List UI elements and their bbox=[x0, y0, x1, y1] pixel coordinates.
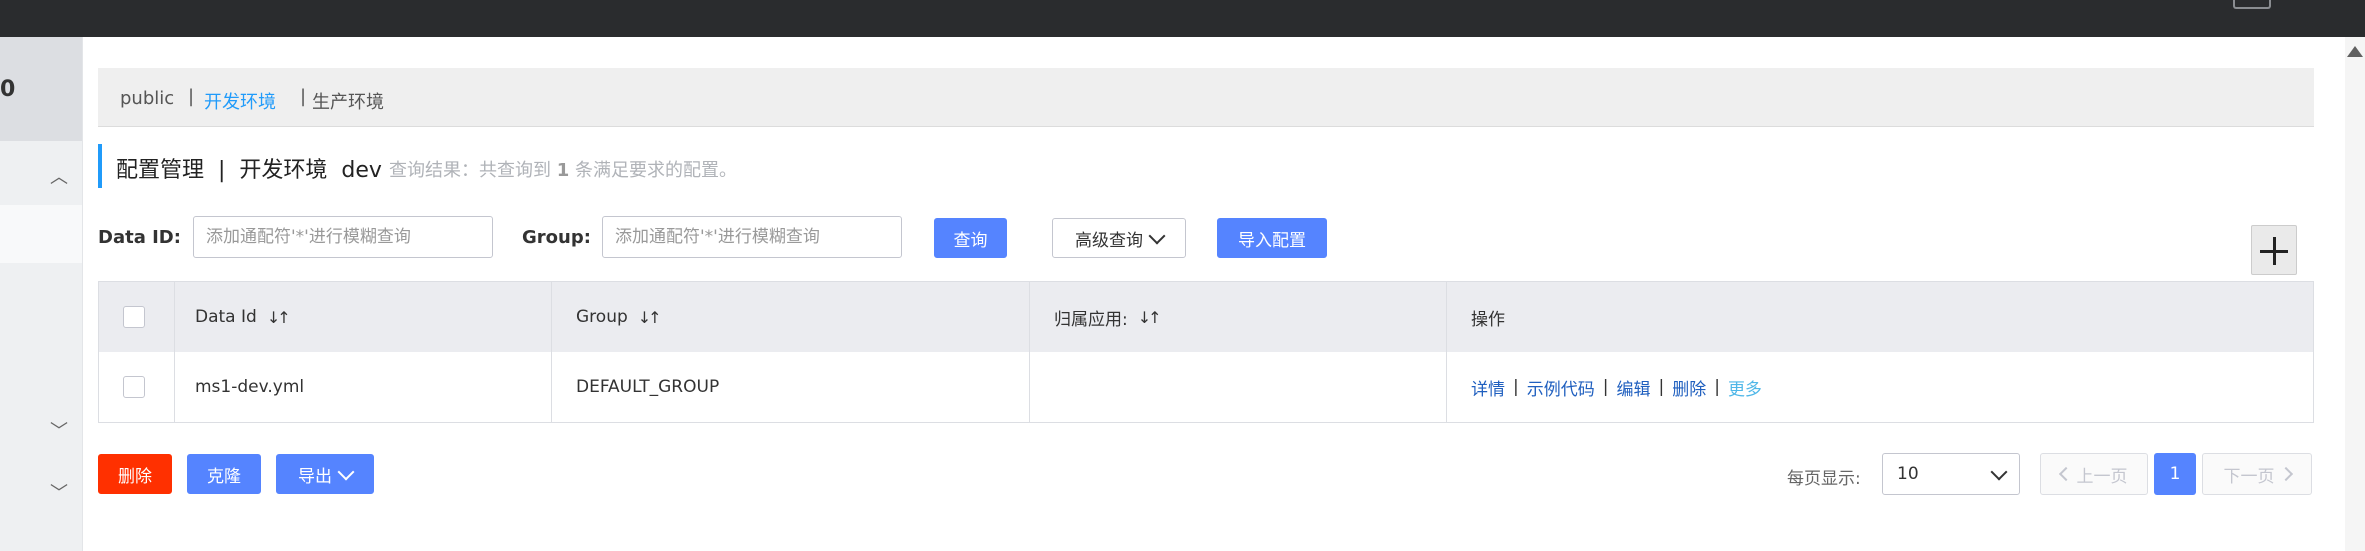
scrollbar[interactable] bbox=[2345, 37, 2365, 551]
advanced-query-button[interactable]: 高级查询 bbox=[1052, 218, 1186, 258]
result-suffix: 条满足要求的配置。 bbox=[569, 160, 737, 181]
header-data-id-label: Data Id bbox=[195, 307, 257, 327]
clone-button[interactable]: 克隆 bbox=[187, 454, 261, 494]
query-button[interactable]: 查询 bbox=[934, 218, 1007, 258]
advanced-query-label: 高级查询 bbox=[1075, 230, 1143, 251]
namespace-public[interactable]: public bbox=[120, 88, 174, 109]
namespace-dev[interactable]: 开发环境 bbox=[204, 88, 276, 114]
plus-icon[interactable] bbox=[2251, 225, 2297, 275]
ops-separator: | bbox=[1513, 377, 1519, 397]
chevron-down-icon[interactable]: ﹀ bbox=[50, 417, 68, 443]
sidebar-header-text: 0 bbox=[0, 77, 16, 102]
header-ops: 操作 bbox=[1447, 282, 2313, 352]
chevron-down-icon[interactable]: ﹀ bbox=[50, 479, 68, 505]
cell-data-id: ms1-dev.yml bbox=[175, 352, 552, 422]
sort-icon[interactable]: ↓↑ bbox=[638, 308, 662, 327]
namespace-prod[interactable]: 生产环境 bbox=[312, 88, 384, 114]
sort-icon[interactable]: ↓↑ bbox=[267, 308, 291, 327]
dataid-label: Data ID: bbox=[98, 227, 181, 248]
namespace-separator: | bbox=[188, 86, 195, 107]
dataid-search-input[interactable] bbox=[193, 216, 493, 258]
sort-icon[interactable]: ↓↑ bbox=[1138, 308, 1162, 327]
select-all-checkbox[interactable] bbox=[123, 306, 145, 328]
header-checkbox-cell bbox=[99, 282, 175, 352]
export-label: 导出 bbox=[298, 466, 332, 487]
table-row: ms1-dev.yml DEFAULT_GROUP 详情 | 示例代码 | 编辑 | … bbox=[99, 352, 2313, 422]
page-size-value: 10 bbox=[1897, 464, 1919, 484]
header-ops-label: 操作 bbox=[1471, 309, 1505, 330]
next-page-label: 下一页 bbox=[2223, 466, 2275, 487]
row-checkbox-cell bbox=[99, 352, 175, 422]
row-checkbox[interactable] bbox=[123, 376, 145, 398]
group-label: Group: bbox=[522, 227, 591, 248]
ops-separator: | bbox=[1602, 377, 1609, 397]
query-result-text: 查询结果：共查询到 1 条满足要求的配置。 bbox=[389, 156, 737, 182]
batch-delete-button[interactable]: 删除 bbox=[98, 454, 172, 494]
query-button-label: 查询 bbox=[953, 230, 988, 251]
delete-link[interactable]: 删除 bbox=[1672, 375, 1706, 400]
group-search-input[interactable] bbox=[602, 216, 902, 258]
chevron-left-icon bbox=[2058, 466, 2073, 482]
header-group[interactable]: Group ↓↑ bbox=[552, 282, 1030, 352]
edit-link[interactable]: 编辑 bbox=[1616, 375, 1650, 400]
table-header: Data Id ↓↑ Group ↓↑ 归属应用: ↓↑ 操作 bbox=[99, 282, 2313, 353]
header-data-id[interactable]: Data Id ↓↑ bbox=[175, 282, 552, 352]
chevron-down-icon bbox=[1148, 227, 1166, 244]
page-number-current[interactable]: 1 bbox=[2154, 453, 2196, 495]
export-button[interactable]: 导出 bbox=[276, 454, 374, 494]
topbar-menu-button[interactable] bbox=[2233, 0, 2271, 9]
detail-link[interactable]: 详情 bbox=[1471, 375, 1505, 400]
namespace-bar: public | 开发环境 | 生产环境 bbox=[98, 68, 2314, 127]
next-page-button[interactable]: 下一页 bbox=[2202, 453, 2312, 495]
batch-delete-label: 删除 bbox=[118, 466, 152, 487]
result-prefix: 查询结果：共查询到 bbox=[389, 160, 557, 181]
page-size-select[interactable]: 10 bbox=[1882, 453, 2020, 495]
prev-page-label: 上一页 bbox=[2076, 466, 2128, 487]
namespace-separator: | bbox=[300, 86, 307, 107]
clone-label: 克隆 bbox=[207, 466, 241, 487]
ops-separator: | bbox=[1658, 377, 1665, 397]
result-count: 1 bbox=[556, 160, 570, 181]
cell-group: DEFAULT_GROUP bbox=[552, 352, 1030, 422]
header-group-label: Group bbox=[576, 307, 628, 327]
more-link[interactable]: 更多 bbox=[1728, 375, 1762, 400]
cell-app bbox=[1030, 352, 1447, 422]
sidebar-selected-item[interactable] bbox=[0, 205, 82, 263]
chevron-down-icon bbox=[1990, 463, 2008, 480]
title-accent-bar bbox=[98, 144, 102, 188]
page-size-label: 每页显示: bbox=[1787, 469, 1861, 489]
sidebar: 0 ︿ ﹀ ﹀ bbox=[0, 37, 83, 551]
ops-separator: | bbox=[1714, 377, 1720, 397]
sample-code-link[interactable]: 示例代码 bbox=[1527, 375, 1595, 400]
chevron-up-icon[interactable]: ︿ bbox=[50, 163, 68, 189]
sidebar-header: 0 bbox=[0, 37, 82, 141]
header-app-label: 归属应用: bbox=[1054, 309, 1128, 330]
prev-page-button[interactable]: 上一页 bbox=[2040, 453, 2148, 495]
config-table: Data Id ↓↑ Group ↓↑ 归属应用: ↓↑ 操作 ms1-dev.yml… bbox=[98, 281, 2314, 423]
import-config-label: 导入配置 bbox=[1238, 230, 1306, 251]
scroll-up-arrow-icon[interactable] bbox=[2347, 46, 2363, 57]
page-title: 配置管理 | 开发环境 dev bbox=[116, 158, 382, 183]
chevron-right-icon bbox=[2278, 466, 2293, 482]
import-config-button[interactable]: 导入配置 bbox=[1217, 218, 1327, 258]
header-app[interactable]: 归属应用: ↓↑ bbox=[1030, 282, 1447, 352]
cell-operations: 详情 | 示例代码 | 编辑 | 删除 | 更多 bbox=[1447, 352, 2313, 422]
chevron-down-icon bbox=[337, 463, 355, 480]
top-navbar bbox=[0, 0, 2365, 37]
